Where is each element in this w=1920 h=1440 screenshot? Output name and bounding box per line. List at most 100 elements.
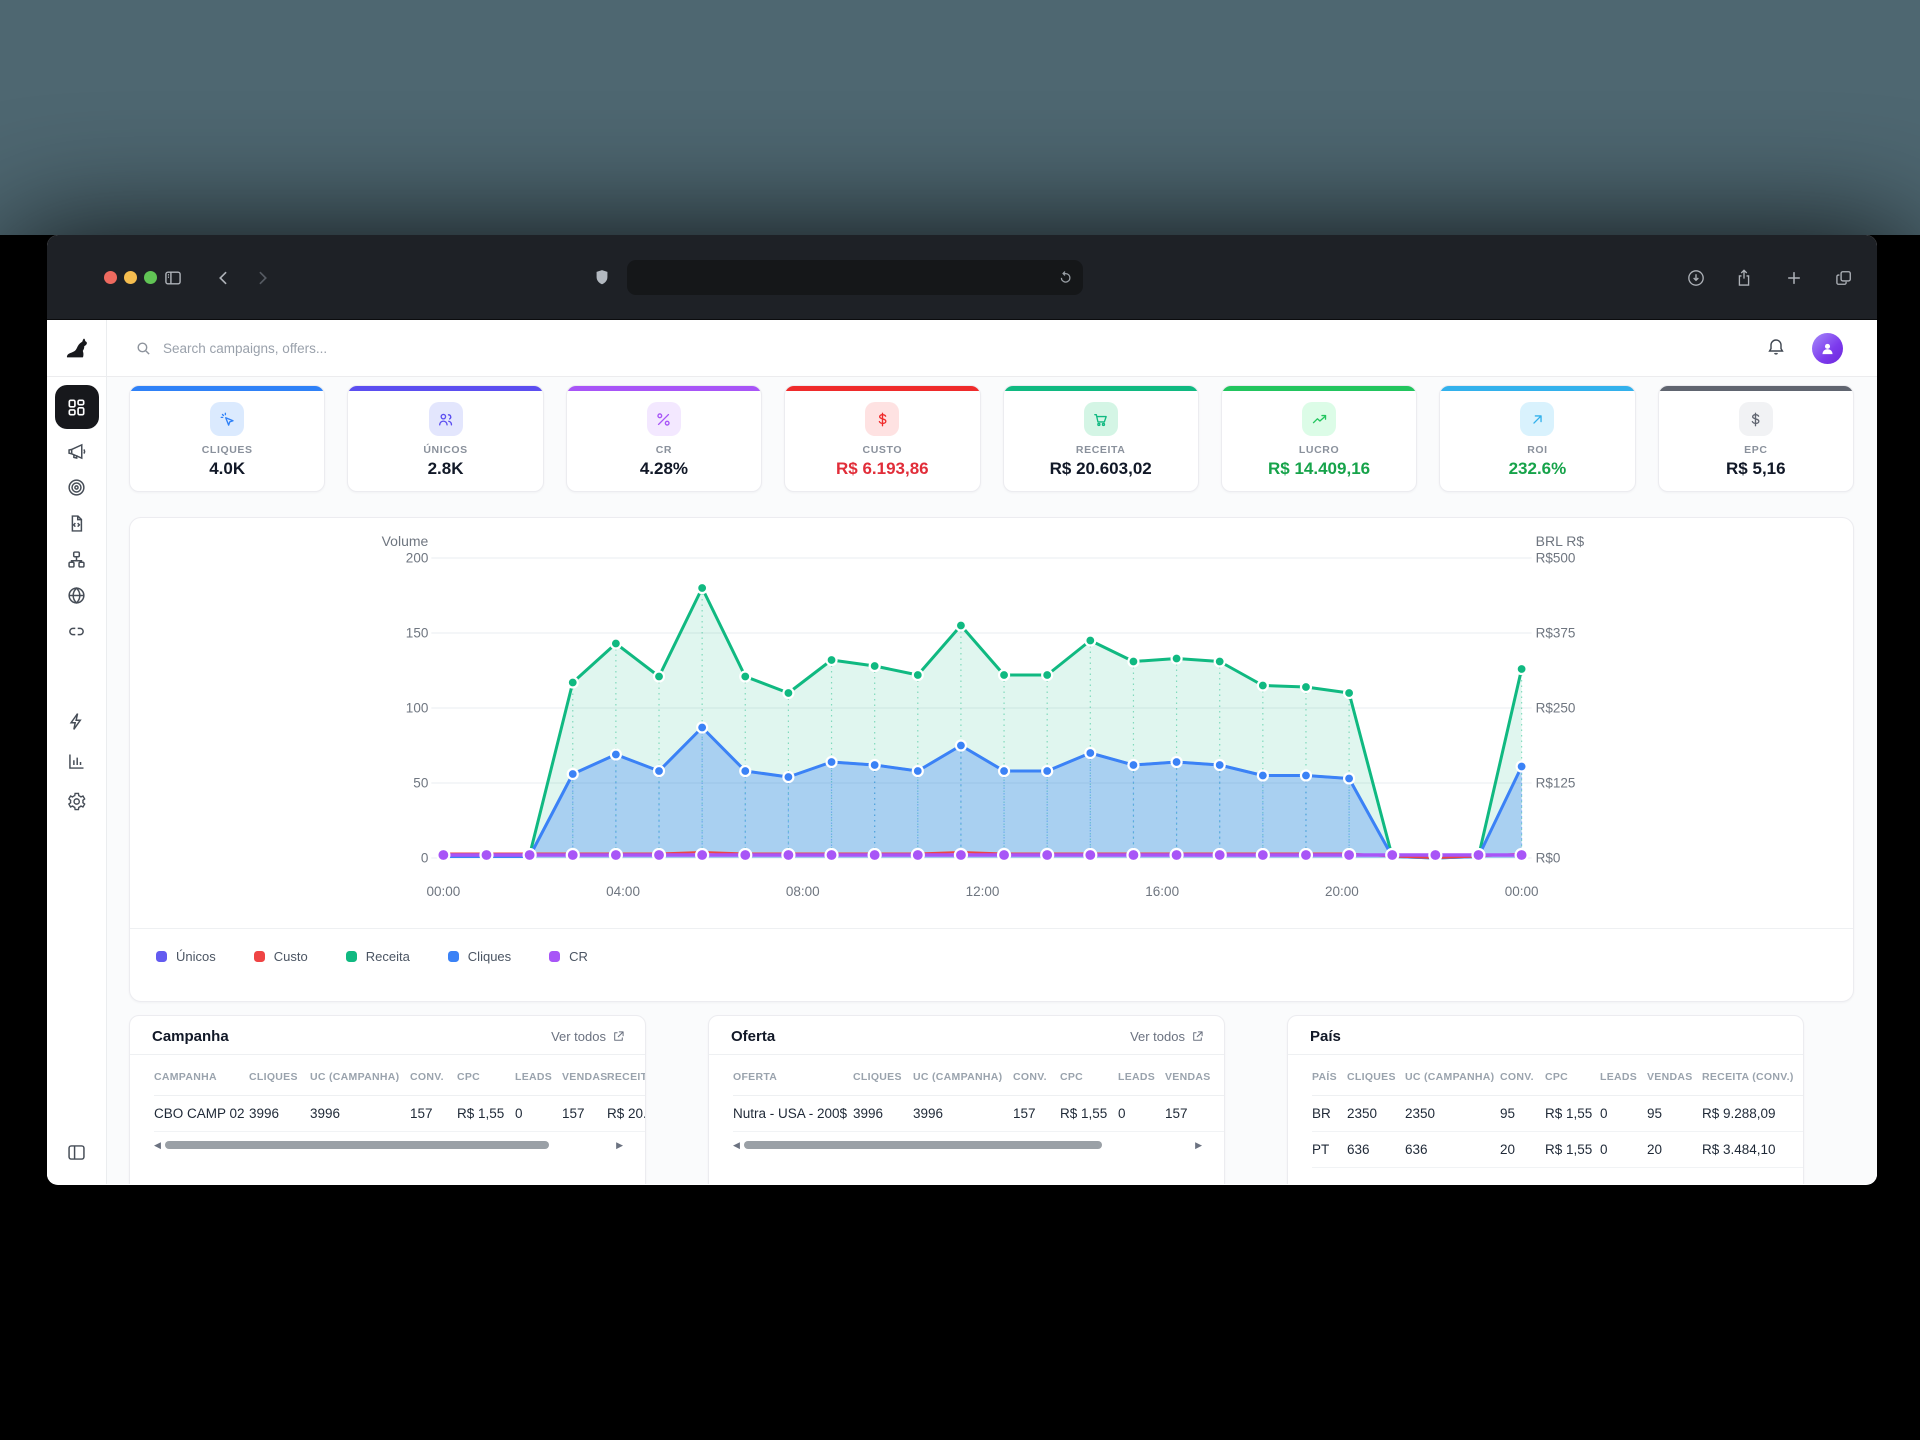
cr-point[interactable] xyxy=(1171,849,1183,861)
cliques-point[interactable] xyxy=(1172,757,1182,767)
forward-icon[interactable] xyxy=(247,263,277,293)
receita-point[interactable] xyxy=(1172,654,1182,664)
cr-point[interactable] xyxy=(1127,849,1139,861)
cr-point[interactable] xyxy=(524,849,536,861)
cliques-point[interactable] xyxy=(611,750,621,760)
sidebar-collapse[interactable] xyxy=(55,1134,99,1170)
stat-card-epc[interactable]: EPCR$ 5,16 xyxy=(1658,385,1854,492)
scroll-left-icon[interactable]: ◀ xyxy=(733,1141,740,1150)
new-tab-icon[interactable] xyxy=(1779,263,1809,293)
cliques-point[interactable] xyxy=(1215,760,1225,770)
minimize-button[interactable] xyxy=(124,271,137,284)
scroll-right-icon[interactable]: ▶ xyxy=(616,1141,623,1150)
sidebar-toggle-icon[interactable] xyxy=(158,263,188,293)
close-button[interactable] xyxy=(104,271,117,284)
cr-point[interactable] xyxy=(782,849,794,861)
cr-point[interactable] xyxy=(1084,849,1096,861)
sidebar-item-dashboard[interactable] xyxy=(55,385,99,429)
search-input[interactable] xyxy=(163,341,583,356)
cr-point[interactable] xyxy=(1300,849,1312,861)
cr-point[interactable] xyxy=(610,849,622,861)
legend-item-cr[interactable]: CR xyxy=(549,949,588,964)
legend-item-custo[interactable]: Custo xyxy=(254,949,308,964)
sidebar-item-split-tests[interactable] xyxy=(55,541,99,577)
cr-point[interactable] xyxy=(696,849,708,861)
cr-point[interactable] xyxy=(653,849,665,861)
back-icon[interactable] xyxy=(209,263,239,293)
cr-point[interactable] xyxy=(739,849,751,861)
cliques-point[interactable] xyxy=(1301,771,1311,781)
legend-item-únicos[interactable]: Únicos xyxy=(156,949,216,964)
receita-point[interactable] xyxy=(999,670,1009,680)
cliques-point[interactable] xyxy=(1344,774,1354,784)
cr-point[interactable] xyxy=(1343,849,1355,861)
address-bar[interactable] xyxy=(627,260,1083,295)
cliques-point[interactable] xyxy=(999,766,1009,776)
sidebar-item-settings[interactable] xyxy=(55,781,99,821)
sidebar-item-offers[interactable] xyxy=(55,469,99,505)
scrollbar-thumb[interactable] xyxy=(744,1141,1102,1149)
sidebar-item-links[interactable] xyxy=(55,613,99,649)
cliques-point[interactable] xyxy=(827,757,837,767)
receita-point[interactable] xyxy=(740,672,750,682)
sidebar-item-landing-pages[interactable] xyxy=(55,505,99,541)
cr-point[interactable] xyxy=(1214,849,1226,861)
tab-overview-icon[interactable] xyxy=(1829,263,1859,293)
cliques-point[interactable] xyxy=(956,741,966,751)
cliques-point[interactable] xyxy=(783,772,793,782)
legend-item-cliques[interactable]: Cliques xyxy=(448,949,511,964)
share-icon[interactable] xyxy=(1729,263,1759,293)
horizontal-scrollbar[interactable]: ◀▶ xyxy=(154,1139,623,1151)
app-logo[interactable] xyxy=(47,320,106,376)
cr-point[interactable] xyxy=(1472,849,1484,861)
cliques-point[interactable] xyxy=(1517,762,1527,772)
cliques-point[interactable] xyxy=(913,766,923,776)
cr-point[interactable] xyxy=(869,849,881,861)
stat-card-únicos[interactable]: ÚNICOS2.8K xyxy=(347,385,543,492)
cliques-point[interactable] xyxy=(568,769,578,779)
cr-point[interactable] xyxy=(1429,849,1441,861)
cliques-point[interactable] xyxy=(697,723,707,733)
ver-todos-link[interactable]: Ver todos xyxy=(551,1029,625,1044)
horizontal-scrollbar[interactable]: ◀▶ xyxy=(733,1139,1202,1151)
stat-card-roi[interactable]: ROI232.6% xyxy=(1439,385,1635,492)
cliques-point[interactable] xyxy=(1258,771,1268,781)
user-avatar[interactable] xyxy=(1812,333,1843,364)
cr-point[interactable] xyxy=(1257,849,1269,861)
scrollbar-track[interactable] xyxy=(744,1141,1191,1149)
sidebar-item-domains[interactable] xyxy=(55,577,99,613)
cr-point[interactable] xyxy=(955,849,967,861)
cr-point[interactable] xyxy=(437,849,449,861)
scroll-right-icon[interactable]: ▶ xyxy=(1195,1141,1202,1150)
cliques-point[interactable] xyxy=(870,760,880,770)
cr-point[interactable] xyxy=(998,849,1010,861)
cliques-point[interactable] xyxy=(740,766,750,776)
sidebar-item-automations[interactable] xyxy=(55,701,99,741)
stat-card-custo[interactable]: CUSTOR$ 6.193,86 xyxy=(784,385,980,492)
stat-card-lucro[interactable]: LUCROR$ 14.409,16 xyxy=(1221,385,1417,492)
stat-card-cliques[interactable]: CLIQUES4.0K xyxy=(129,385,325,492)
receita-point[interactable] xyxy=(1517,664,1527,674)
download-icon[interactable] xyxy=(1681,263,1711,293)
cliques-point[interactable] xyxy=(1042,766,1052,776)
cr-point[interactable] xyxy=(826,849,838,861)
scroll-left-icon[interactable]: ◀ xyxy=(154,1141,161,1150)
cr-point[interactable] xyxy=(1386,849,1398,861)
zoom-button[interactable] xyxy=(144,271,157,284)
reload-icon[interactable] xyxy=(1057,269,1074,286)
sidebar-item-reports[interactable] xyxy=(55,741,99,781)
sidebar-item-campaigns[interactable] xyxy=(55,433,99,469)
receita-point[interactable] xyxy=(1344,688,1354,698)
receita-point[interactable] xyxy=(827,655,837,665)
receita-point[interactable] xyxy=(654,672,664,682)
legend-item-receita[interactable]: Receita xyxy=(346,949,410,964)
scrollbar-track[interactable] xyxy=(165,1141,612,1149)
stat-card-cr[interactable]: CR4.28% xyxy=(566,385,762,492)
receita-point[interactable] xyxy=(913,670,923,680)
cliques-point[interactable] xyxy=(654,766,664,776)
receita-point[interactable] xyxy=(783,688,793,698)
search-field[interactable] xyxy=(135,340,1766,357)
receita-point[interactable] xyxy=(1258,681,1268,691)
ver-todos-link[interactable]: Ver todos xyxy=(1130,1029,1204,1044)
cr-point[interactable] xyxy=(567,849,579,861)
